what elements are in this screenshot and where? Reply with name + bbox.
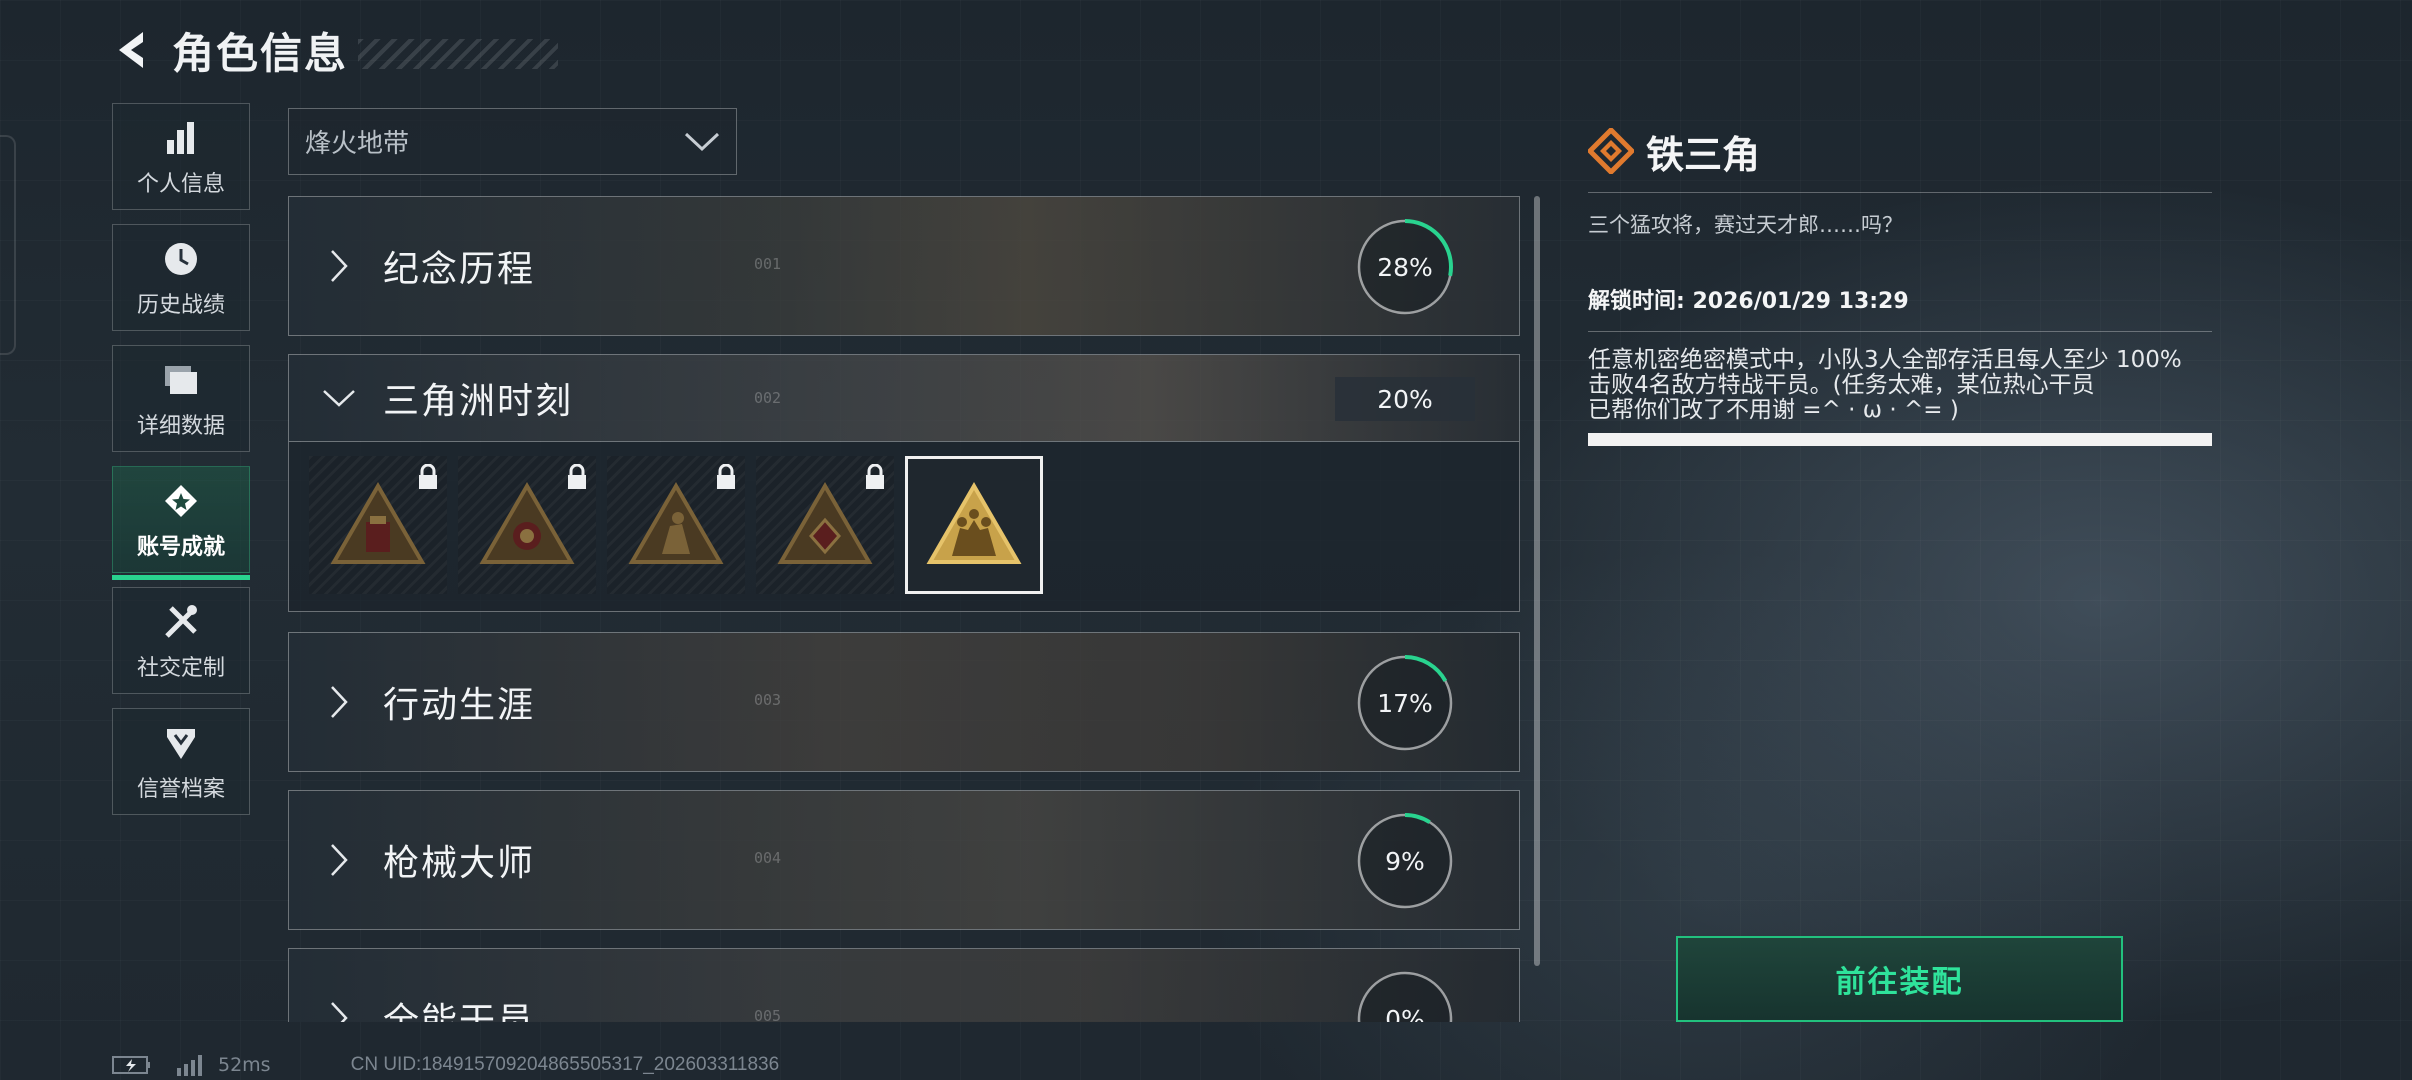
mode-dropdown[interactable]: 烽火地带: [288, 108, 737, 175]
triangle-machine-badge-icon: [330, 482, 426, 564]
category-name: 全能干员: [383, 1001, 536, 1022]
sidebar-item-history[interactable]: 历史战绩: [112, 224, 250, 331]
go-equip-button[interactable]: 前往装配: [1676, 936, 2123, 1022]
sidebar-item-label: 详细数据: [136, 413, 225, 439]
category-number: 004: [754, 849, 782, 867]
clock-history-icon: [159, 237, 203, 281]
sidebar-item-achievements[interactable]: 账号成就: [112, 466, 250, 580]
tools-icon: [159, 600, 203, 644]
category-percent: 20%: [1335, 377, 1475, 421]
category-number: 005: [754, 1007, 782, 1022]
category-name: 三角洲时刻: [383, 381, 574, 422]
bar-chart-icon: [159, 116, 203, 160]
sidebar-item-social[interactable]: 社交定制: [112, 587, 250, 694]
sidebar-item-label: 账号成就: [136, 534, 225, 560]
chevron-down-icon: [319, 388, 359, 408]
dropdown-selected-value: 烽火地带: [305, 129, 410, 159]
sidebar-item-reputation[interactable]: 信誉档案: [112, 708, 250, 815]
chevron-right-icon: [319, 249, 359, 283]
achievement-badge[interactable]: [458, 456, 596, 594]
folder-stack-icon: [159, 358, 203, 402]
achievement-badge[interactable]: [756, 456, 894, 594]
back-button[interactable]: [110, 25, 160, 75]
sidebar-item-personal-info[interactable]: 个人信息: [112, 103, 250, 210]
list-scrollbar[interactable]: [1534, 196, 1540, 966]
lock-icon: [419, 464, 437, 489]
category-row-expanded[interactable]: 002 三角洲时刻 20%: [288, 354, 1520, 442]
triangle-three-soldiers-badge-icon: [926, 482, 1022, 564]
category-row[interactable]: 004 枪械大师 9%: [288, 790, 1520, 930]
chevron-right-icon: [319, 843, 359, 877]
page-title: 角色信息: [172, 28, 349, 78]
sidebar-item-label: 社交定制: [136, 655, 225, 681]
category-percent: 9%: [1385, 846, 1425, 876]
battery-icon: [112, 1056, 150, 1074]
chevron-right-icon: [319, 685, 359, 719]
back-arrow-icon: [119, 32, 143, 68]
category-name: 行动生涯: [383, 685, 536, 726]
status-footer: 52ms CN UID:184915709204865505317_202603…: [112, 1054, 779, 1076]
condition-line: 已帮你们改了不用谢 =^ · ω · ^= ): [1588, 397, 1959, 423]
sidebar-item-label: 历史战绩: [136, 292, 225, 318]
triangle-kneeling-figure-badge-icon: [628, 482, 724, 564]
achievement-detail-panel: 铁三角 三个猛攻将，赛过天才郎……吗？ 解锁时间: 2026/01/29 13:…: [1588, 126, 2212, 446]
go-equip-label: 前往装配: [1835, 965, 1964, 1000]
lock-icon: [717, 464, 735, 489]
achievement-star-icon: [159, 479, 203, 523]
category-number: 002: [754, 389, 782, 407]
chevron-down-icon: [684, 132, 720, 151]
user-uid: CN UID:184915709204865505317_20260331183…: [350, 1054, 780, 1075]
achievement-badge[interactable]: [607, 456, 745, 594]
category-number: 001: [754, 255, 782, 273]
achievement-category-list: 001 纪念历程 28% 002 三角洲时刻 20% 003 行动生涯 17% …: [288, 196, 1520, 1022]
divider: [1588, 331, 2212, 332]
left-edge-handle[interactable]: [0, 135, 16, 355]
condition-line: 击败4名敌方特战干员。(任务太难，某位热心干员: [1588, 372, 2095, 398]
detail-title: 铁三角: [1646, 132, 1761, 177]
sidebar-item-label: 个人信息: [136, 171, 225, 197]
title-decoration: [358, 39, 559, 69]
page-header: 角色信息: [110, 20, 559, 80]
category-percent: 0%: [1385, 1004, 1425, 1023]
diamond-logo-icon: [1588, 128, 1634, 174]
shield-badge-icon: [159, 721, 203, 765]
badge-panel: [288, 442, 1520, 612]
sidebar-item-detailed-data[interactable]: 详细数据: [112, 345, 250, 452]
achievement-badge[interactable]: [309, 456, 447, 594]
condition-line: 任意机密绝密模式中，小队3人全部存活且每人至少 100%: [1588, 347, 2182, 373]
achievement-progress-bar: [1588, 433, 2212, 446]
category-percent: 28%: [1377, 252, 1433, 282]
category-percent: 17%: [1377, 688, 1433, 718]
triangle-gem-badge-icon: [777, 482, 873, 564]
category-number: 003: [754, 691, 782, 709]
category-name: 纪念历程: [383, 249, 536, 290]
ping-value: 52ms: [218, 1054, 271, 1076]
lock-icon: [866, 464, 884, 489]
category-row[interactable]: 001 纪念历程 28%: [288, 196, 1520, 336]
category-name: 枪械大师: [383, 843, 536, 884]
category-row[interactable]: 005 全能干员 0%: [288, 948, 1520, 1022]
lock-icon: [568, 464, 586, 489]
detail-header: 铁三角: [1588, 126, 2212, 177]
achievement-badge-selected[interactable]: [905, 456, 1043, 594]
divider: [1588, 192, 2212, 193]
sidebar-item-label: 信誉档案: [136, 776, 225, 802]
unlock-time: 解锁时间: 2026/01/29 13:29: [1588, 289, 1909, 314]
chevron-right-icon: [319, 1001, 359, 1022]
sidebar: 个人信息 历史战绩 详细数据 账号成就 社交定制 信誉档案: [112, 103, 250, 829]
triangle-lion-badge-icon: [479, 482, 575, 564]
category-row[interactable]: 003 行动生涯 17%: [288, 632, 1520, 772]
signal-icon: [177, 1055, 202, 1076]
detail-description: 三个猛攻将，赛过天才郎……吗？: [1588, 213, 1903, 237]
